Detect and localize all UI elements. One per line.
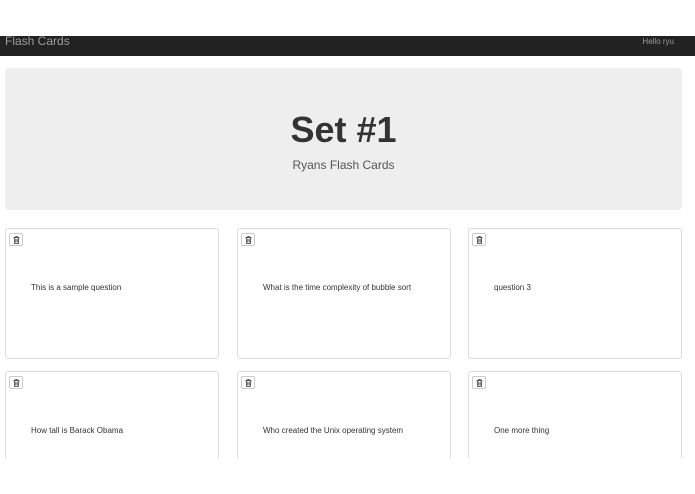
navbar: Flash Cards Hello ryu xyxy=(0,35,695,56)
set-title: Set #1 xyxy=(290,109,397,150)
page: Flash Cards Hello ryu Set #1 Ryans Flash… xyxy=(0,0,695,494)
card-question: One more thing xyxy=(494,426,550,435)
viewport-bottom xyxy=(0,458,695,494)
delete-card-button[interactable] xyxy=(472,233,486,246)
delete-card-button[interactable] xyxy=(241,233,255,246)
flash-card[interactable]: question 3 xyxy=(468,228,682,359)
trash-icon xyxy=(245,235,251,244)
trash-icon xyxy=(245,378,251,387)
set-header: Set #1 Ryans Flash Cards xyxy=(5,68,682,210)
flash-card[interactable]: This is a sample question xyxy=(5,228,219,359)
card-question: How tall is Barack Obama xyxy=(31,426,124,435)
card-question: What is the time complexity of bubble so… xyxy=(263,283,412,292)
trash-icon xyxy=(13,378,19,387)
trash-icon xyxy=(476,235,482,244)
user-greeting[interactable]: Hello ryu xyxy=(642,37,674,47)
navbar-brand[interactable]: Flash Cards xyxy=(5,35,70,50)
delete-card-button[interactable] xyxy=(9,233,23,246)
delete-card-button[interactable] xyxy=(241,376,255,389)
flash-card[interactable]: What is the time complexity of bubble so… xyxy=(237,228,451,359)
trash-icon xyxy=(13,235,19,244)
card-question: This is a sample question xyxy=(31,283,122,292)
card-question: Who created the Unix operating system xyxy=(263,426,404,435)
trash-icon xyxy=(476,378,482,387)
flash-card[interactable]: One more thing xyxy=(468,371,682,461)
set-subtitle: Ryans Flash Cards xyxy=(292,158,395,172)
card-question: question 3 xyxy=(494,283,531,292)
flash-card[interactable]: How tall is Barack Obama xyxy=(5,371,219,461)
delete-card-button[interactable] xyxy=(472,376,486,389)
delete-card-button[interactable] xyxy=(9,376,23,389)
flash-card[interactable]: Who created the Unix operating system xyxy=(237,371,451,461)
